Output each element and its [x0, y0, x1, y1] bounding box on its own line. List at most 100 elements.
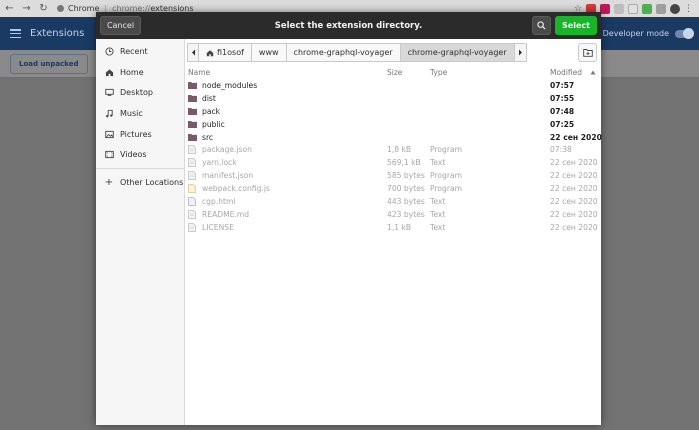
sidebar-divider	[96, 168, 184, 170]
file-row: cgp.html 443 bytes Text 22 сен 2020	[185, 195, 601, 208]
home-icon	[104, 67, 114, 77]
developer-mode-label: Developer mode	[602, 29, 669, 38]
sidebar-item-label: Other Locations	[120, 177, 184, 187]
music-icon	[104, 108, 114, 118]
folder-icon	[188, 94, 197, 103]
reload-icon[interactable]: ↻	[36, 1, 51, 16]
column-name[interactable]: Name	[188, 68, 210, 77]
folder-icon	[188, 133, 197, 142]
file-size: 1,8 kB	[387, 145, 412, 155]
path-crumb[interactable]: chrome-graphql-voyager	[286, 43, 401, 62]
home-icon	[206, 49, 214, 56]
json-file-icon	[188, 145, 197, 155]
dialog-header: Cancel Select the extension directory. S…	[96, 12, 601, 39]
folder-name: node_modules	[202, 80, 258, 90]
column-type[interactable]: Type	[430, 68, 447, 77]
sidebar-item-label: Home	[120, 67, 144, 77]
file-type: Text	[430, 222, 446, 232]
search-icon	[537, 21, 546, 30]
search-button[interactable]	[532, 16, 551, 35]
file-row: manifest.json 585 bytes Program 22 сен 2020	[185, 169, 601, 182]
folder-modified: 07:57	[550, 80, 575, 90]
select-button[interactable]: Select	[555, 16, 597, 35]
menu-dots-icon[interactable]: ⋮	[684, 4, 693, 14]
load-unpacked-button[interactable]: Load unpacked	[10, 54, 88, 74]
videos-icon	[104, 150, 114, 160]
file-modified: 22 сен 2020	[550, 171, 598, 181]
places-sidebar: Recent Home Desktop Music Pictures Video…	[96, 39, 185, 425]
clock-icon	[104, 46, 114, 56]
file-modified: 22 сен 2020	[550, 222, 598, 232]
file-modified: 22 сен 2020	[550, 209, 598, 219]
desktop-icon	[104, 88, 114, 98]
path-bar: fi1osof www chrome-graphql-voyager chrom…	[187, 43, 527, 62]
file-name: README.md	[202, 209, 250, 219]
text-file-icon	[188, 222, 197, 232]
folder-name: pack	[202, 106, 221, 116]
extensions-title: Extensions	[30, 28, 85, 39]
pictures-icon	[104, 129, 114, 139]
column-modified[interactable]: Modified	[550, 68, 582, 77]
folder-icon	[188, 81, 197, 90]
sort-ascending-icon	[590, 68, 596, 77]
avatar[interactable]	[670, 3, 680, 14]
sidebar-item-recent[interactable]: Recent	[96, 41, 184, 62]
file-row: README.md 423 bytes Text 22 сен 2020	[185, 208, 601, 221]
file-modified: 22 сен 2020	[550, 196, 598, 206]
developer-mode-toggle[interactable]	[675, 27, 694, 39]
folder-row[interactable]: pack 07:48	[185, 105, 601, 118]
folder-modified: 22 сен 2020	[550, 132, 602, 142]
file-name: cgp.html	[202, 196, 236, 206]
path-scroll-left-icon[interactable]	[187, 43, 199, 62]
folder-icon	[188, 120, 197, 129]
html-file-icon	[188, 197, 197, 206]
sidebar-item-home[interactable]: Home	[96, 62, 184, 83]
path-scroll-right-icon[interactable]	[514, 43, 527, 62]
sidebar-item-music[interactable]: Music	[96, 103, 184, 124]
back-icon[interactable]: ←	[2, 1, 17, 16]
file-row: package.json 1,8 kB Program 07:38	[185, 143, 601, 156]
extension-icon-green[interactable]	[642, 3, 652, 14]
json-file-icon	[188, 171, 197, 181]
path-crumb-label: fi1osof	[217, 48, 244, 57]
extension-icon-pink[interactable]	[600, 3, 610, 14]
sidebar-item-desktop[interactable]: Desktop	[96, 82, 184, 103]
folder-row[interactable]: public 07:25	[185, 118, 601, 131]
folder-row[interactable]: src 22 сен 2020	[185, 131, 602, 144]
column-size[interactable]: Size	[387, 68, 402, 77]
plus-icon: +	[104, 176, 114, 188]
file-modified: 22 сен 2020	[550, 184, 598, 194]
new-folder-button[interactable]	[578, 43, 597, 62]
folder-row[interactable]: dist 07:55	[185, 92, 601, 105]
file-list: node_modules 07:57 dist 07:55 pack 07:48 publi…	[185, 79, 602, 234]
path-crumb-home[interactable]: fi1osof	[199, 43, 252, 62]
file-size: 423 bytes	[387, 209, 425, 219]
extension-icon-mail[interactable]	[628, 3, 638, 14]
hamburger-menu-icon[interactable]	[10, 29, 21, 38]
text-file-icon	[188, 209, 197, 219]
text-file-icon	[188, 158, 197, 168]
sidebar-item-label: Pictures	[120, 129, 152, 139]
file-modified: 07:38	[550, 145, 572, 155]
path-crumb-current[interactable]: chrome-graphql-voyager	[400, 43, 515, 62]
extension-icon-puzzle[interactable]	[656, 3, 666, 14]
folder-row[interactable]: node_modules 07:57	[185, 79, 601, 92]
folder-modified: 07:48	[550, 106, 575, 116]
extension-icon-gray[interactable]	[614, 3, 624, 14]
sidebar-item-pictures[interactable]: Pictures	[96, 124, 184, 145]
file-size: 1,1 kB	[387, 222, 412, 232]
forward-icon[interactable]: →	[19, 1, 34, 16]
file-name: package.json	[202, 145, 252, 155]
file-row: LICENSE 1,1 kB Text 22 сен 2020	[185, 221, 601, 234]
sidebar-item-other-locations[interactable]: + Other Locations	[96, 172, 184, 193]
sidebar-item-label: Videos	[120, 150, 147, 160]
file-type: Text	[430, 196, 446, 206]
path-crumb[interactable]: www	[251, 43, 287, 62]
file-size: 585 bytes	[387, 171, 425, 181]
file-row: webpack.config.js 700 bytes Program 22 сен …	[185, 182, 601, 195]
sidebar-item-videos[interactable]: Videos	[96, 144, 184, 165]
folder-modified: 07:55	[550, 93, 575, 103]
javascript-file-icon	[188, 184, 197, 193]
cancel-button[interactable]: Cancel	[100, 16, 141, 35]
file-size: 443 bytes	[387, 196, 425, 206]
